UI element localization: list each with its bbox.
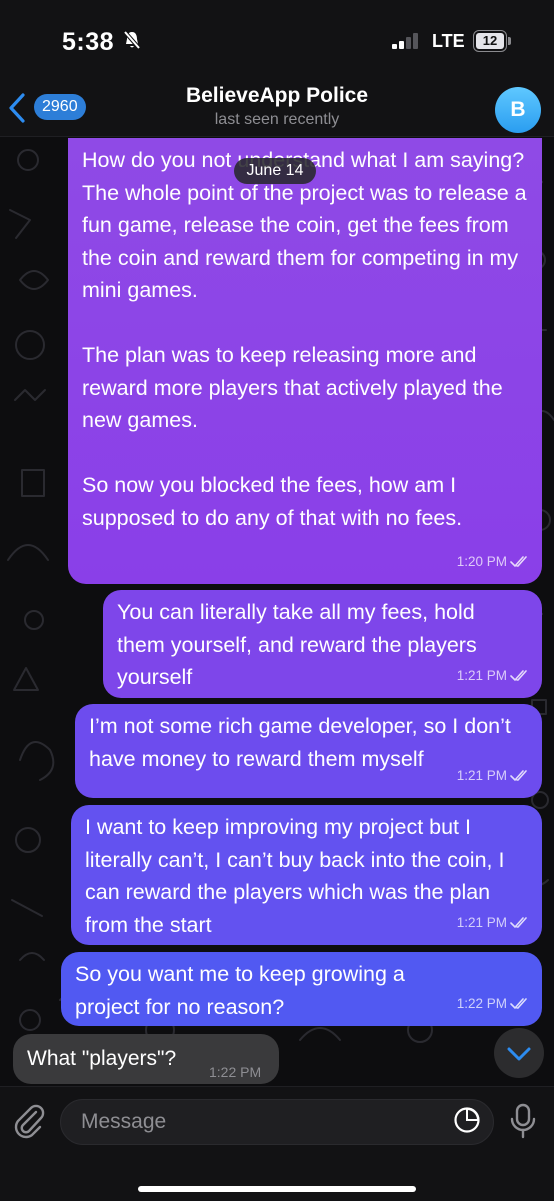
chevron-down-icon	[507, 1047, 531, 1061]
message-meta: 1:21 PM	[457, 907, 530, 940]
scroll-to-bottom-button[interactable]	[494, 1028, 544, 1078]
chat-title[interactable]: BelieveApp Police	[0, 84, 554, 108]
sticker-icon[interactable]	[452, 1105, 482, 1135]
silent-bell-icon	[123, 30, 141, 50]
paperclip-icon[interactable]	[12, 1103, 46, 1139]
message-bubble[interactable]: You can literally take all my fees, hold…	[103, 590, 542, 698]
message-time: 1:21 PM	[456, 914, 507, 930]
message-bubble[interactable]: How do you not understand what I am sayi…	[68, 138, 542, 584]
battery-tip	[508, 37, 511, 45]
read-checkmarks-icon	[510, 555, 527, 567]
message-input-box[interactable]	[60, 1099, 494, 1145]
read-checkmarks-icon	[510, 997, 527, 1009]
message-composer	[0, 1086, 554, 1201]
cellular-signal-icon	[392, 33, 418, 49]
message-bubble[interactable]: What "players"? 1:22 PM	[13, 1034, 279, 1084]
message-bubble[interactable]: I’m not some rich game developer, so I d…	[75, 704, 542, 798]
status-bar: 5:38 LTE 12	[0, 0, 554, 80]
message-meta: 1:20 PM	[457, 546, 530, 579]
network-type: LTE	[432, 31, 465, 51]
chat-header: 2960 BelieveApp Police last seen recentl…	[0, 80, 554, 137]
battery-icon: 12	[473, 30, 507, 52]
message-text: So you want me to keep growing a project…	[75, 962, 411, 1019]
message-input[interactable]	[79, 1109, 423, 1135]
message-meta: 1:22 PM	[457, 988, 530, 1021]
message-time: 1:21 PM	[456, 667, 507, 683]
date-separator: June 14	[234, 158, 316, 184]
message-meta: 1:21 PM	[457, 760, 530, 793]
read-checkmarks-icon	[510, 769, 527, 781]
message-time: 1:22 PM	[209, 1064, 262, 1080]
home-indicator	[138, 1186, 416, 1192]
message-text: What "players"?	[27, 1047, 177, 1070]
message-time: 1:21 PM	[456, 767, 507, 783]
message-meta: 1:21 PM	[457, 660, 530, 693]
last-seen-status: last seen recently	[214, 111, 340, 128]
message-bubble[interactable]: I want to keep improving my project but …	[71, 805, 542, 945]
message-time: 1:22 PM	[456, 995, 507, 1011]
message-time: 1:20 PM	[456, 553, 507, 569]
message-text: How do you not understand what I am sayi…	[82, 148, 527, 530]
read-checkmarks-icon	[510, 669, 527, 681]
status-time: 5:38	[62, 28, 115, 56]
read-checkmarks-icon	[510, 916, 527, 928]
message-bubble[interactable]: So you want me to keep growing a project…	[61, 952, 542, 1026]
microphone-icon[interactable]	[508, 1103, 538, 1141]
battery-level: 12	[476, 33, 504, 49]
avatar[interactable]: B	[495, 87, 541, 133]
